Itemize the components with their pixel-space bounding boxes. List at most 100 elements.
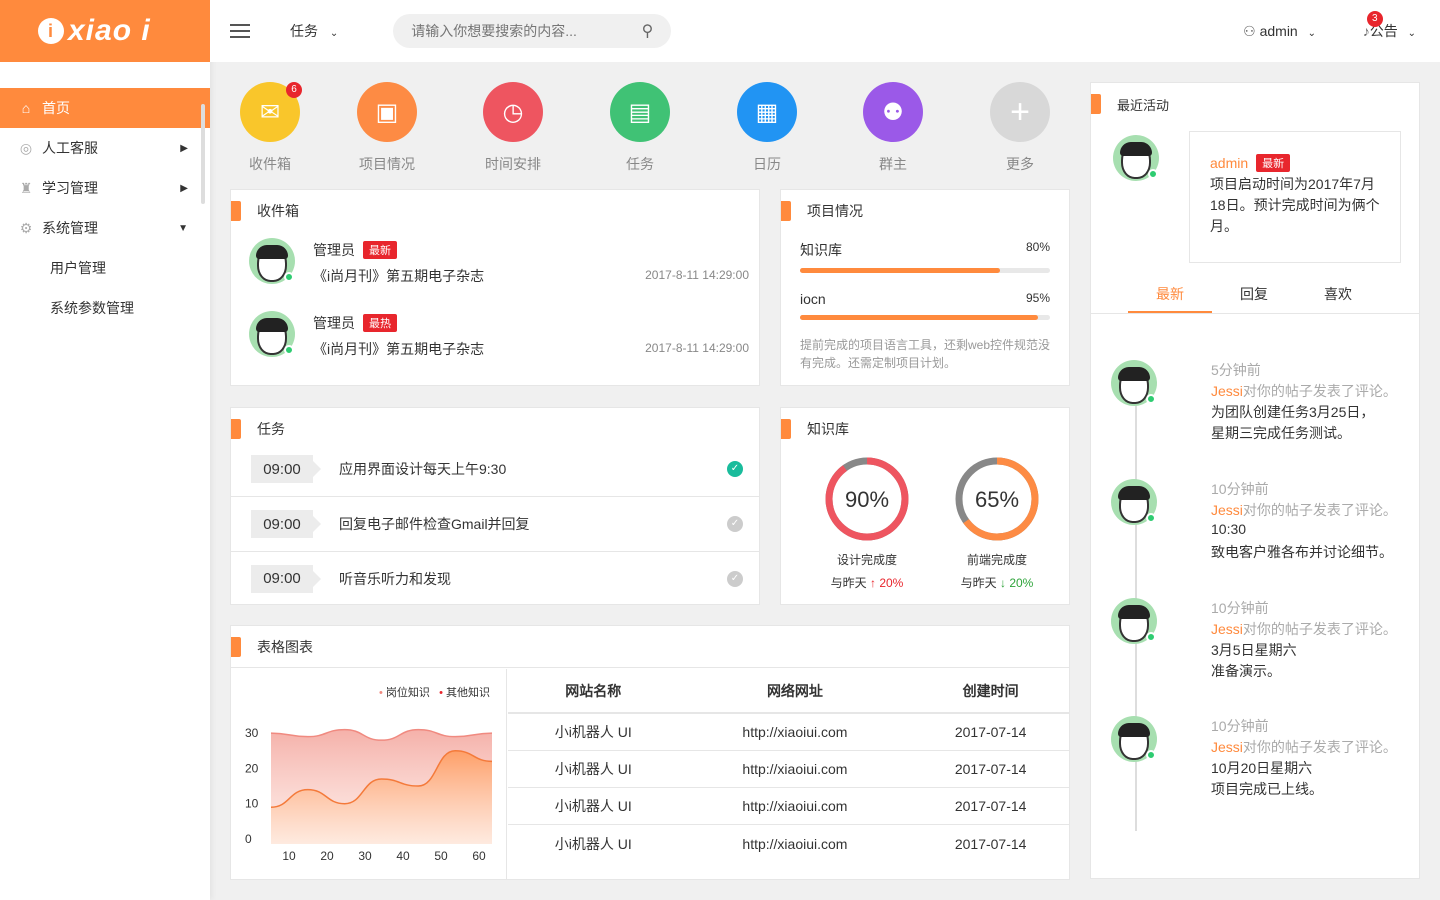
y-tick-label: 30: [245, 726, 259, 740]
project-title: 项目情况: [781, 190, 1069, 232]
sidebar-subitem-params[interactable]: 系统参数管理: [0, 288, 210, 328]
progress-bar: [800, 268, 1050, 273]
sidebar-item-home[interactable]: ⌂ 首页: [0, 88, 210, 128]
table-row[interactable]: 小i机器人 UI http://xiaoiui.com 2017-07-14: [508, 750, 1070, 788]
notice-count-badge: 3: [1366, 11, 1383, 27]
inbox-title: 收件箱: [231, 190, 759, 232]
task-row[interactable]: 09:00 听音乐听力和发现 ✓: [231, 551, 759, 606]
user-icon: ⚇: [1243, 22, 1256, 39]
avatar: [1111, 479, 1157, 525]
task-dropdown[interactable]: 任务 ⌄: [290, 21, 338, 41]
project-card: 项目情况 知识库 80% iocn 95% 提前完成的项目语言工具，还剩web控件规…: [780, 189, 1070, 386]
user-menu[interactable]: ⚇ admin ⌄: [1243, 23, 1316, 40]
quick-nav: ✉ 6 收件箱 ▣ 项目情况 ◷ 时间安排 ▤ 任务 ▦ 日历 ⚉ 群主 + 更多: [230, 80, 1070, 174]
svg-text:65%: 65%: [975, 487, 1019, 512]
progress-bar: [800, 315, 1050, 320]
sidebar-menu: ⌂ 首页 ◎ 人工客服 ▶ ♜ 学习管理 ▶ ⚙ 系统管理 ▼ 用户管理 系统参数管理: [0, 88, 210, 328]
y-tick-label: 0: [245, 832, 252, 846]
topbar: 任务 ⌄ ⚲ ⚇ admin ⌄ ♪3公告 ⌄: [210, 0, 1440, 62]
legend-dot: •: [378, 687, 383, 699]
table-chart-title: 表格图表: [231, 626, 1069, 668]
avatar: [249, 238, 295, 284]
task-row[interactable]: 09:00 应用界面设计每天上午9:30 ✓: [231, 442, 759, 497]
brand-logo[interactable]: i xiao i: [0, 0, 210, 62]
inbox-card: 收件箱 管理员 最新 《i尚月刊》第五期电子杂志 2017-8-11 14:29:…: [230, 189, 760, 386]
table-header[interactable]: 创建时间: [911, 669, 1070, 714]
briefcase-icon: ▣: [357, 82, 417, 142]
notice-menu[interactable]: ♪ 3 公告 ⌄: [1363, 11, 1416, 41]
knowledge-card: 知识库 90% 设计完成度 与昨天 ↑ 20% 65% 前端完成度 与昨天 ↓ …: [780, 407, 1070, 605]
ring-design: 90% 设计完成度 与昨天 ↑ 20%: [817, 454, 917, 591]
sidebar-item-learning[interactable]: ♜ 学习管理 ▶: [0, 168, 210, 208]
y-tick-label: 20: [245, 761, 259, 775]
status-badge: 最新: [1256, 154, 1291, 172]
x-tick-label: 60: [472, 849, 486, 863]
bell-icon: ♪ 3: [1363, 11, 1383, 39]
ring-chart: 65%: [955, 457, 1039, 541]
check-circle-icon[interactable]: ✓: [727, 461, 743, 477]
ring-frontend: 65% 前端完成度 与昨天 ↓ 20%: [947, 454, 1047, 591]
check-circle-icon[interactable]: ✓: [727, 570, 743, 587]
chevron-right-icon: ▶: [180, 182, 188, 194]
tasks-card: 任务 09:00 应用界面设计每天上午9:30 ✓ 09:00 回复电子邮件检查Gma…: [230, 407, 760, 605]
table-header[interactable]: 网站名称: [508, 669, 679, 714]
table-header[interactable]: 网络网址: [678, 669, 912, 714]
search-input[interactable]: [411, 23, 612, 39]
chevron-down-icon: ▼: [178, 222, 188, 234]
document-icon: ▤: [610, 82, 670, 142]
chevron-down-icon: ⌄: [329, 28, 339, 39]
check-circle-icon[interactable]: ✓: [727, 516, 743, 532]
inbox-message[interactable]: 管理员 最热 《i尚月刊》第五期电子杂志 2017-8-11 14:29:00: [249, 311, 749, 361]
project-progress: 知识库 80% iocn 95% 提前完成的项目语言工具，还剩web控件规范没有完成…: [800, 240, 1051, 370]
arrow-up-icon: ↑: [869, 576, 876, 590]
avatar: [1113, 135, 1159, 181]
chevron-right-icon: ▶: [180, 142, 188, 154]
menu-toggle-icon[interactable]: [230, 24, 250, 38]
table-row[interactable]: 小i机器人 UI http://xiaoiui.com 2017-07-14: [508, 787, 1070, 825]
quicknav-project[interactable]: ▣ 项目情况: [347, 80, 427, 174]
sidebar-scrollbar[interactable]: [201, 104, 205, 204]
inbox-message[interactable]: 管理员 最新 《i尚月刊》第五期电子杂志 2017-8-11 14:29:00: [249, 238, 749, 288]
quicknav-calendar[interactable]: ▦ 日历: [727, 80, 807, 174]
mail-icon: ✉ 6: [240, 82, 302, 142]
gear-icon: ⚙: [19, 220, 33, 236]
x-tick-label: 40: [396, 849, 410, 863]
sidebar: i xiao i ⌂ 首页 ◎ 人工客服 ▶ ♜ 学习管理 ▶ ⚙ 系统管理 ▼ 用户管理 系统…: [0, 0, 210, 900]
search-icon[interactable]: ⚲: [642, 21, 654, 41]
sidebar-item-customer-service[interactable]: ◎ 人工客服 ▶: [0, 128, 210, 168]
ring-chart: 90%: [825, 457, 909, 541]
avatar: [1111, 360, 1157, 406]
area-chart: 30 20 10 0 10 20 30 40 50 60 • 岗位知识 • 其他知识: [231, 669, 507, 880]
group-icon: ⚉: [863, 82, 923, 142]
featured-activity[interactable]: admin 最新 项目启动时间为2017年7月18日。预计完成时间为俩个月。: [1189, 131, 1401, 263]
chevron-down-icon: ⌄: [1307, 27, 1316, 39]
sidebar-item-system[interactable]: ⚙ 系统管理 ▼: [0, 208, 210, 248]
search-box: ⚲: [393, 14, 672, 48]
project-note: 提前完成的项目语言工具，还剩web控件规范没有完成。还需定制项目计划。: [800, 338, 1051, 370]
inbox-count-badge: 6: [286, 82, 302, 98]
chevron-down-icon: ⌄: [1407, 28, 1416, 39]
chart-legend: • 岗位知识 • 其他知识: [378, 687, 490, 699]
avatar: [249, 311, 295, 357]
y-tick-label: 10: [245, 797, 259, 811]
sidebar-subitem-users[interactable]: 用户管理: [0, 248, 210, 288]
activity-title: 最近活动: [1091, 83, 1419, 125]
tab-replies[interactable]: 回复: [1212, 276, 1296, 313]
task-row[interactable]: 09:00 回复电子邮件检查Gmail并回复 ✓: [231, 497, 759, 552]
legend-dot: •: [439, 687, 443, 699]
quicknav-group[interactable]: ⚉ 群主: [853, 80, 933, 174]
table-row[interactable]: 小i机器人 UI http://xiaoiui.com 2017-07-14: [508, 713, 1070, 751]
quicknav-schedule[interactable]: ◷ 时间安排: [473, 80, 553, 174]
quicknav-more[interactable]: + 更多: [980, 80, 1060, 174]
table-row[interactable]: 小i机器人 UI http://xiaoiui.com 2017-07-14: [508, 824, 1070, 864]
alarm-clock-icon: ◷: [483, 82, 543, 142]
x-tick-label: 10: [282, 849, 296, 863]
tab-latest[interactable]: 最新: [1128, 276, 1212, 313]
knowledge-title: 知识库: [781, 408, 1069, 450]
graduation-cap-icon: ♜: [19, 180, 33, 196]
quicknav-inbox[interactable]: ✉ 6 收件箱: [230, 80, 310, 174]
activity-tabs: 最新 回复 喜欢: [1091, 276, 1419, 314]
tab-likes[interactable]: 喜欢: [1296, 276, 1380, 313]
quicknav-tasks[interactable]: ▤ 任务: [600, 80, 680, 174]
arrow-down-icon: ↓: [999, 576, 1006, 590]
